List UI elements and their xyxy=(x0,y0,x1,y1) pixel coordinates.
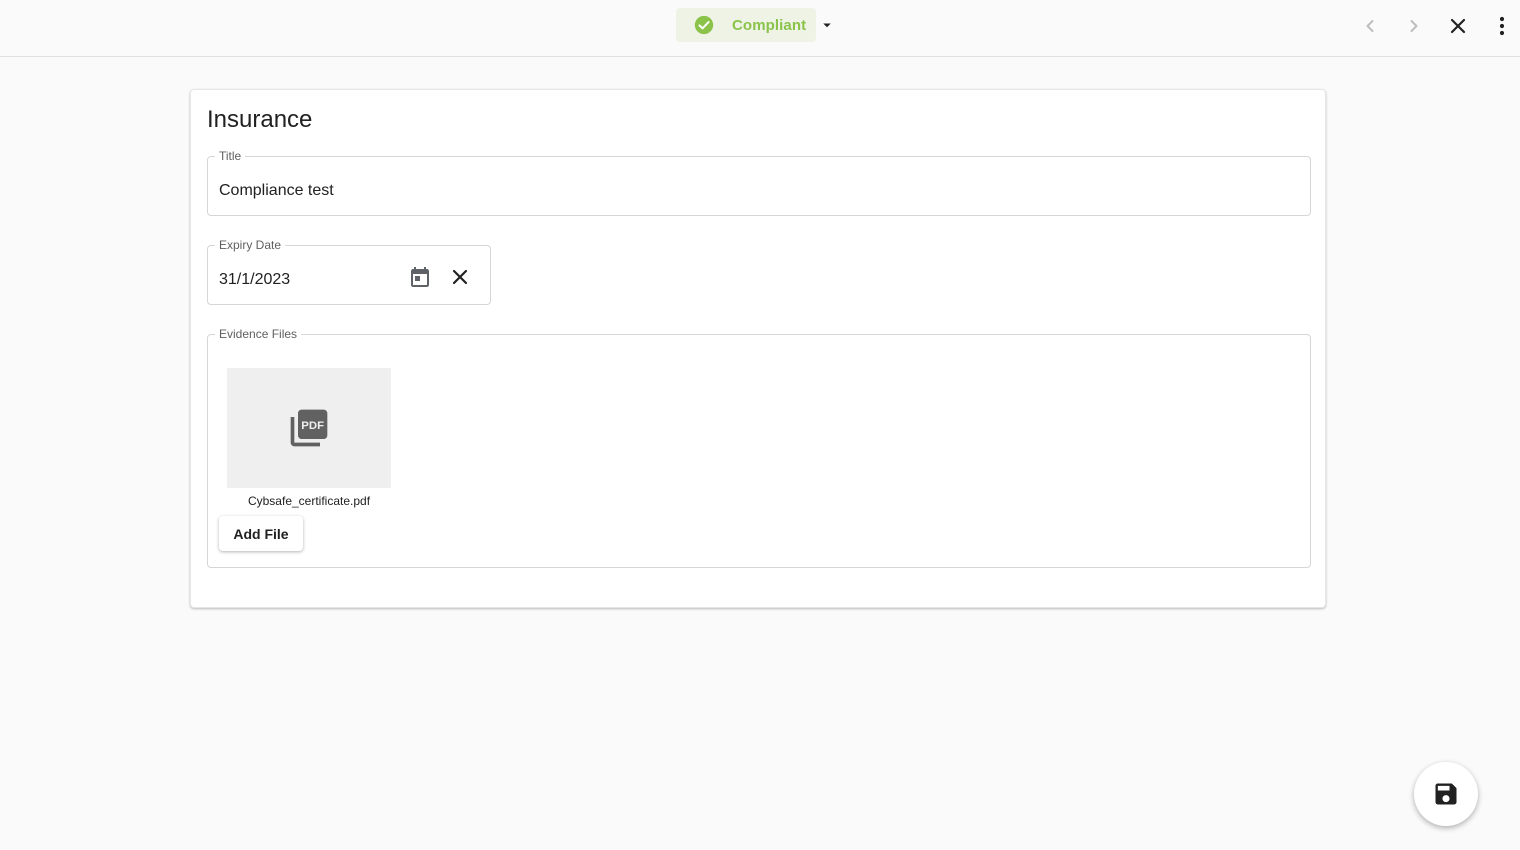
chevron-down-icon[interactable] xyxy=(818,16,836,34)
expiry-date-value[interactable]: 31/1/2023 xyxy=(219,271,290,289)
evidence-files-section: Evidence Files PDF Cybsafe_certificate.p… xyxy=(207,325,1311,568)
title-field-label: Title xyxy=(215,147,246,165)
svg-text:PDF: PDF xyxy=(301,420,324,432)
close-button[interactable] xyxy=(1446,14,1470,38)
more-vert-icon xyxy=(1499,16,1505,36)
title-field[interactable]: Title Compliance test xyxy=(207,147,1311,216)
page-title: Insurance xyxy=(207,106,313,133)
file-thumbnail[interactable]: PDF xyxy=(227,368,391,488)
more-options-button[interactable] xyxy=(1490,14,1514,38)
next-button[interactable] xyxy=(1402,14,1426,38)
pdf-icon: PDF xyxy=(290,409,328,447)
previous-button[interactable] xyxy=(1358,14,1382,38)
save-button[interactable] xyxy=(1414,762,1478,826)
top-toolbar: Compliant xyxy=(0,0,1520,57)
arrow-right-icon xyxy=(1410,20,1418,32)
arrow-left-icon xyxy=(1366,20,1374,32)
close-icon xyxy=(1450,18,1466,34)
file-name[interactable]: Cybsafe_certificate.pdf xyxy=(227,494,391,508)
evidence-files-label: Evidence Files xyxy=(215,325,302,343)
status-selector[interactable]: Compliant xyxy=(676,8,816,42)
insurance-card: Insurance Title Compliance test Expiry D… xyxy=(190,89,1326,608)
title-field-value[interactable]: Compliance test xyxy=(219,182,334,200)
check-circle-icon xyxy=(694,15,714,35)
status-label: Compliant xyxy=(732,17,807,34)
expiry-date-field[interactable]: Expiry Date 31/1/2023 xyxy=(207,236,491,305)
clear-icon[interactable] xyxy=(448,265,472,289)
add-file-button[interactable]: Add File xyxy=(219,516,303,551)
calendar-icon[interactable] xyxy=(408,265,432,289)
expiry-date-label: Expiry Date xyxy=(215,236,286,254)
save-icon xyxy=(1435,783,1457,805)
